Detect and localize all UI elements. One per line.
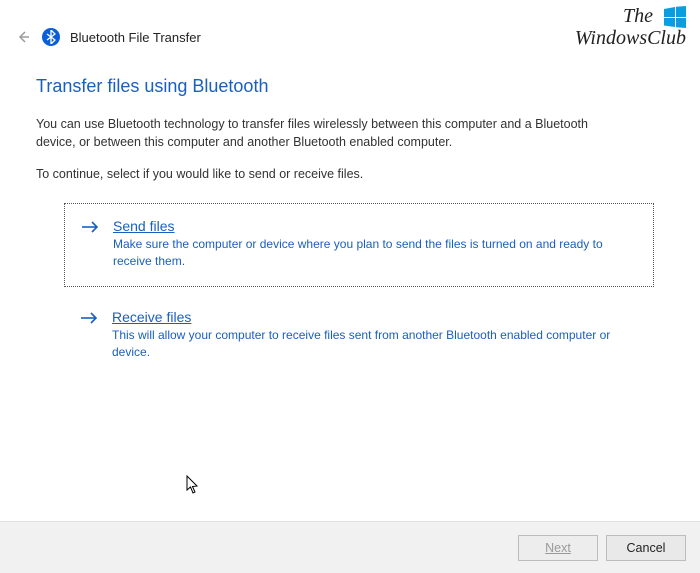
- arrow-right-icon: [81, 218, 101, 270]
- window-title: Bluetooth File Transfer: [70, 30, 201, 45]
- watermark-line1: The: [623, 5, 653, 27]
- option-send-subtitle: Make sure the computer or device where y…: [113, 236, 637, 270]
- option-receive-files[interactable]: Receive files This will allow your compu…: [64, 295, 654, 377]
- watermark: The WindowsClub: [575, 6, 686, 49]
- page-description: You can use Bluetooth technology to tran…: [36, 115, 596, 151]
- page-instruction: To continue, select if you would like to…: [36, 167, 664, 181]
- content: Transfer files using Bluetooth You can u…: [0, 46, 700, 376]
- option-send-files[interactable]: Send files Make sure the computer or dev…: [64, 203, 654, 287]
- watermark-logo-icon: [664, 6, 686, 28]
- back-arrow-icon[interactable]: [14, 28, 32, 46]
- arrow-right-icon: [80, 309, 100, 361]
- option-send-body: Send files Make sure the computer or dev…: [113, 218, 637, 270]
- footer: Next Cancel: [0, 521, 700, 573]
- cancel-button[interactable]: Cancel: [606, 535, 686, 561]
- next-button: Next: [518, 535, 598, 561]
- option-receive-subtitle: This will allow your computer to receive…: [112, 327, 638, 361]
- option-send-title: Send files: [113, 218, 637, 234]
- mouse-cursor-icon: [186, 475, 202, 498]
- watermark-line2: WindowsClub: [575, 27, 686, 49]
- page-heading: Transfer files using Bluetooth: [36, 76, 664, 97]
- bluetooth-icon: [42, 28, 60, 46]
- option-receive-body: Receive files This will allow your compu…: [112, 309, 638, 361]
- option-receive-title: Receive files: [112, 309, 638, 325]
